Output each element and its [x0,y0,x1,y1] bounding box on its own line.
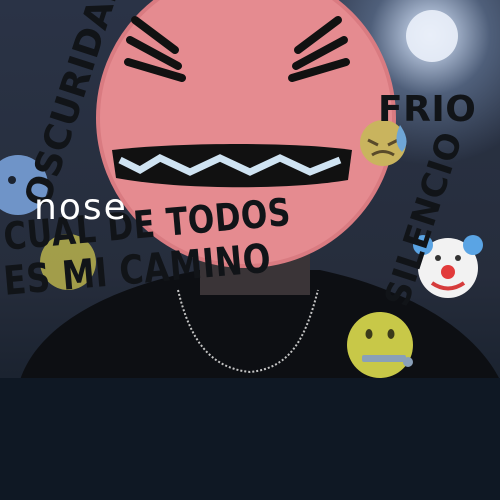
photo-canvas: OSCURIDAD FRIO SILENCIO CUAL DE TODOS ES… [0,0,500,500]
caption-nose: nose [34,187,128,228]
text-frio: FRIO [378,89,477,130]
moon-glow [406,10,458,62]
zipper-mouth-face-emoji [347,312,413,378]
bottom-dark-band [0,378,500,500]
